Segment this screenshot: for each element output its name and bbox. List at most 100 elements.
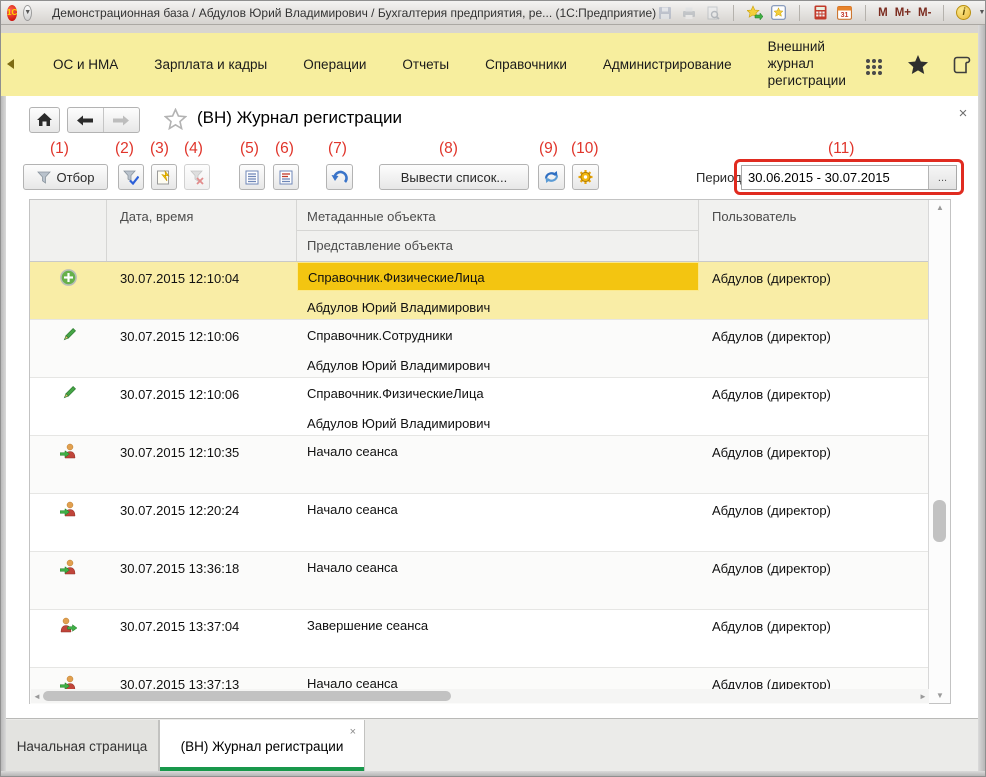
add-event-icon	[60, 269, 77, 286]
history-nav-buttons	[67, 107, 140, 133]
annotation-7: (7)	[328, 140, 347, 158]
event-representation	[297, 639, 699, 668]
history-icon[interactable]	[952, 55, 972, 75]
tab-home-page[interactable]: Начальная страница	[6, 720, 159, 772]
column-header-metadata[interactable]: Метаданные объекта	[297, 200, 698, 231]
event-card-button[interactable]	[273, 164, 299, 190]
table-row[interactable]: 30.07.2015 12:10:04 Справочник.Физически…	[30, 262, 929, 320]
add-favorite-icon[interactable]	[746, 5, 763, 21]
change-event-icon	[61, 327, 77, 343]
system-menu-icon[interactable]: ▼	[23, 5, 32, 21]
annotation-5: (5)	[240, 140, 259, 158]
event-datetime: 30.07.2015 12:10:06	[107, 320, 297, 378]
event-metadata: Начало сеанса	[297, 436, 699, 465]
memory-plus-button[interactable]: M+	[895, 7, 911, 19]
event-user: Абдулов (директор)	[699, 610, 929, 668]
memory-recall-button[interactable]: M	[878, 7, 888, 19]
table-header: Дата, время Метаданные объекта Представл…	[30, 200, 950, 262]
refresh-button[interactable]	[538, 164, 565, 190]
favorites-star-icon[interactable]	[907, 54, 929, 75]
session-start-icon	[60, 559, 77, 575]
scroll-left-icon[interactable]: ◄	[31, 692, 43, 701]
set-filter-button[interactable]	[118, 164, 144, 190]
table-row[interactable]: 30.07.2015 12:10:35 Начало сеанса Абдуло…	[30, 436, 929, 494]
event-list-button[interactable]	[239, 164, 265, 190]
horizontal-scrollbar-thumb[interactable]	[43, 691, 451, 701]
add-to-favorites-icon[interactable]	[164, 108, 187, 135]
vertical-scrollbar[interactable]: ▲ ▼	[928, 200, 950, 703]
print-list-button-label: Вывести список...	[401, 170, 508, 185]
home-button[interactable]	[29, 107, 60, 133]
1c-logo-icon: 1С	[7, 5, 17, 21]
menu-item-salary[interactable]: Зарплата и кадры	[154, 57, 267, 72]
info-dropdown-icon[interactable]: ▼	[978, 9, 985, 16]
form-header: (ВН) Журнал регистрации ×	[6, 96, 978, 144]
print-list-button[interactable]: Вывести список...	[379, 164, 529, 190]
event-representation	[297, 523, 699, 552]
session-start-icon	[60, 501, 77, 517]
period-input[interactable]	[742, 166, 928, 189]
scroll-down-icon[interactable]: ▼	[929, 691, 951, 700]
svg-text:31: 31	[841, 12, 849, 19]
annotation-11: (11)	[828, 140, 854, 158]
app-window: 1С ▼ Демонстрационная база / Абдулов Юри…	[0, 0, 986, 777]
table-row[interactable]: 30.07.2015 12:10:06 Справочник.Сотрудник…	[30, 320, 929, 378]
title-bar: 1С ▼ Демонстрационная база / Абдулов Юри…	[1, 1, 986, 25]
vertical-scrollbar-thumb[interactable]	[933, 500, 946, 542]
scroll-up-icon[interactable]: ▲	[929, 203, 951, 212]
edit-filter-button[interactable]	[151, 164, 177, 190]
menu-item-reports[interactable]: Отчеты	[402, 57, 449, 72]
annotation-9: (9)	[539, 140, 558, 158]
calculator-icon[interactable]	[812, 5, 829, 21]
filter-button[interactable]: Отбор	[23, 164, 108, 190]
event-representation: Абдулов Юрий Владимирович	[297, 349, 699, 378]
table-row[interactable]: 30.07.2015 13:37:04 Завершение сеанса Аб…	[30, 610, 929, 668]
horizontal-scrollbar[interactable]: ◄ ►	[31, 689, 929, 703]
all-functions-icon[interactable]	[864, 55, 884, 75]
table-row[interactable]: 30.07.2015 13:36:18 Начало сеанса Абдуло…	[30, 552, 929, 610]
collapse-panel-icon[interactable]	[7, 59, 14, 69]
menu-item-directories[interactable]: Справочники	[485, 57, 567, 72]
tab-registration-journal[interactable]: (ВН) Журнал регистрации ×	[159, 720, 365, 772]
menu-item-operations[interactable]: Операции	[303, 57, 366, 72]
print-icon[interactable]	[680, 5, 697, 21]
event-user: Абдулов (директор)	[699, 436, 929, 494]
save-icon[interactable]	[656, 5, 673, 21]
event-representation	[297, 581, 699, 610]
info-icon[interactable]: i	[956, 5, 971, 20]
period-field: ...	[741, 165, 957, 190]
table-row[interactable]: 30.07.2015 12:20:24 Начало сеанса Абдуло…	[30, 494, 929, 552]
clear-filter-button[interactable]	[184, 164, 210, 190]
settings-gear-icon[interactable]	[572, 164, 599, 190]
undo-button[interactable]	[326, 164, 353, 190]
tab-close-icon[interactable]: ×	[350, 726, 356, 738]
event-metadata: Справочник.ФизическиеЛица	[297, 378, 699, 407]
session-end-icon	[60, 617, 77, 633]
menu-item-administration[interactable]: Администрирование	[603, 57, 732, 72]
column-header-representation[interactable]: Представление объекта	[297, 231, 698, 261]
table-row[interactable]: 30.07.2015 12:10:06 Справочник.Физически…	[30, 378, 929, 436]
event-datetime: 30.07.2015 12:20:24	[107, 494, 297, 552]
form-close-icon[interactable]: ×	[954, 105, 972, 122]
annotation-3: (3)	[150, 140, 169, 158]
event-representation: Абдулов Юрий Владимирович	[297, 407, 699, 436]
event-user: Абдулов (директор)	[699, 378, 929, 436]
calendar-icon[interactable]: 31	[836, 5, 853, 21]
change-event-icon	[61, 385, 77, 401]
menu-item-os-nma[interactable]: ОС и НМА	[53, 57, 118, 72]
sections-panel: ОС и НМА Зарплата и кадры Операции Отчет…	[1, 33, 986, 96]
period-choose-button[interactable]: ...	[928, 166, 956, 189]
event-metadata: Начало сеанса	[297, 552, 699, 581]
menu-item-external-journal[interactable]: Внешний журнал регистрации	[768, 39, 846, 90]
column-header-user[interactable]: Пользователь	[699, 200, 930, 261]
session-start-icon	[60, 443, 77, 459]
print-preview-icon[interactable]	[704, 5, 721, 21]
back-button[interactable]	[68, 108, 104, 132]
scroll-right-icon[interactable]: ►	[917, 692, 929, 701]
favorites-icon[interactable]	[770, 5, 787, 21]
memory-minus-button[interactable]: M-	[918, 7, 931, 19]
forward-button[interactable]	[104, 108, 140, 132]
column-header-datetime[interactable]: Дата, время	[107, 200, 297, 261]
event-datetime: 30.07.2015 12:10:06	[107, 378, 297, 436]
event-user: Абдулов (директор)	[699, 494, 929, 552]
